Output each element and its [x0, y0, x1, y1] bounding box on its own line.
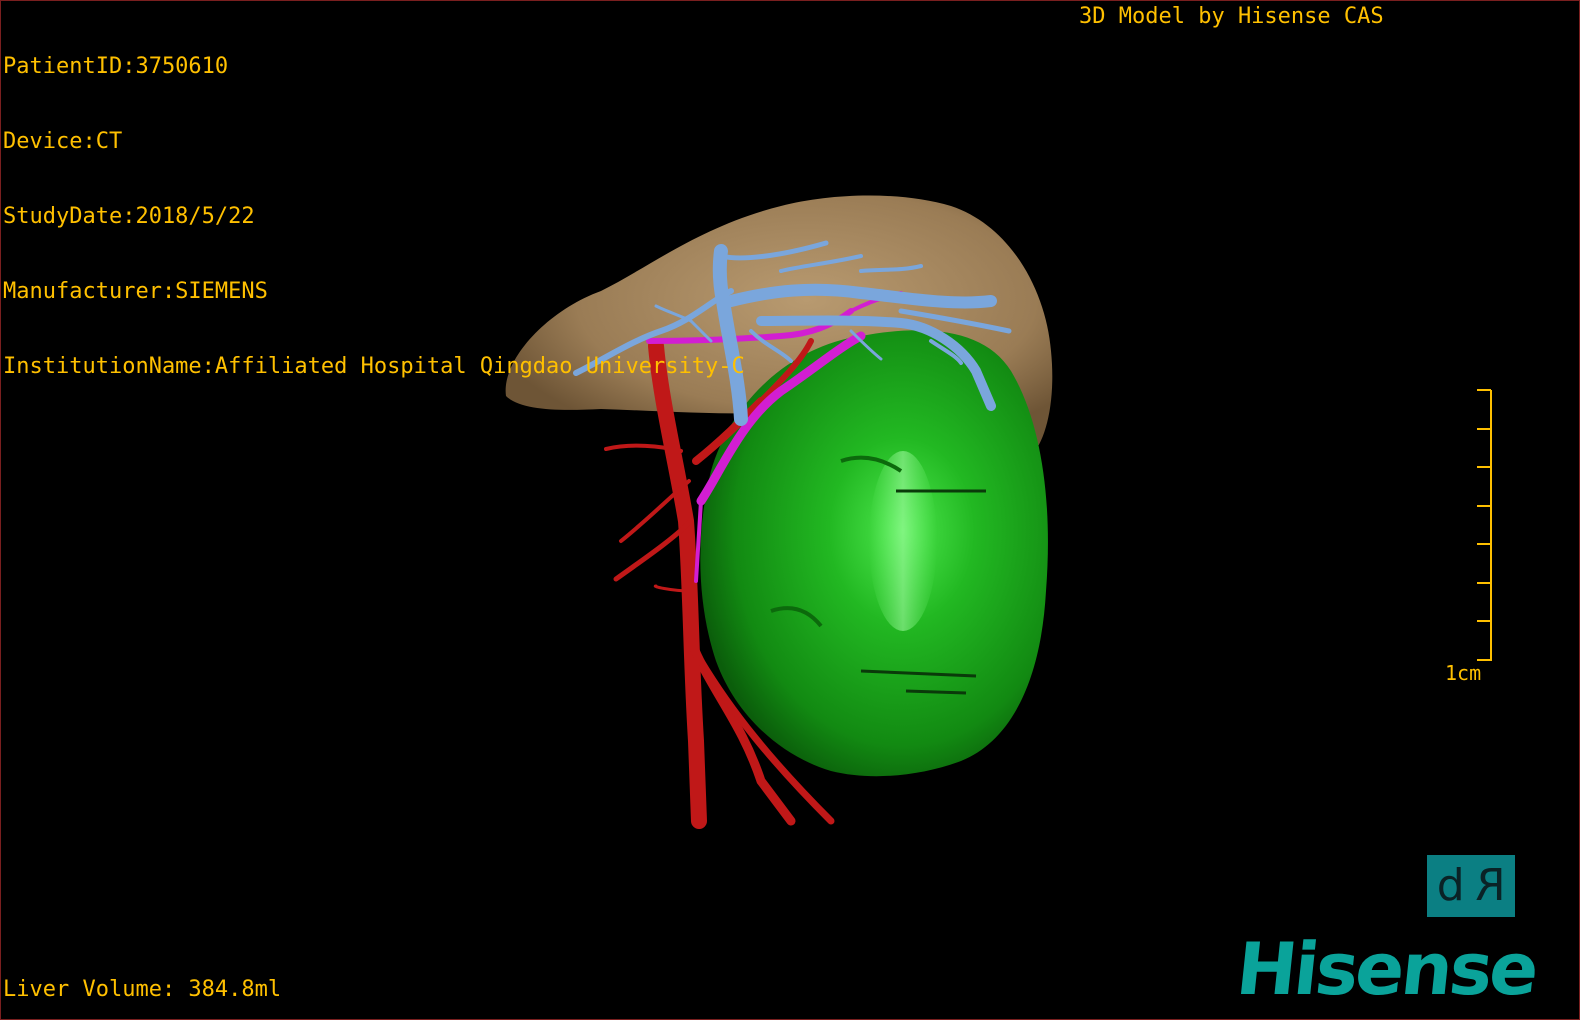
device-text: Device:CT	[3, 129, 123, 154]
study-info: PatientID:3750610 Device:CT StudyDate:20…	[3, 4, 745, 429]
liver-volume-text: Liver Volume: 384.8ml	[3, 977, 282, 1002]
dr-view-orientation-icon[interactable]: d R	[1427, 855, 1515, 917]
manufacturer-text: Manufacturer:SIEMENS	[3, 279, 268, 304]
badge-left-letter: d	[1436, 860, 1465, 911]
institution-text: InstitutionName:Affiliated Hospital Qing…	[3, 354, 745, 379]
model-credit: 3D Model by Hisense CAS	[1079, 4, 1384, 29]
3d-viewport[interactable]: PatientID:3750610 Device:CT StudyDate:20…	[0, 0, 1580, 1020]
hisense-logo: Hisense	[1232, 927, 1540, 1011]
scale-label: 1cm	[1445, 661, 1482, 685]
badge-right-letter: R	[1474, 860, 1506, 911]
tumor-highlight	[869, 451, 937, 631]
patient-id-text: PatientID:3750610	[3, 54, 229, 79]
study-date-text: StudyDate:2018/5/22	[3, 204, 255, 229]
scale-bar	[1477, 389, 1492, 661]
